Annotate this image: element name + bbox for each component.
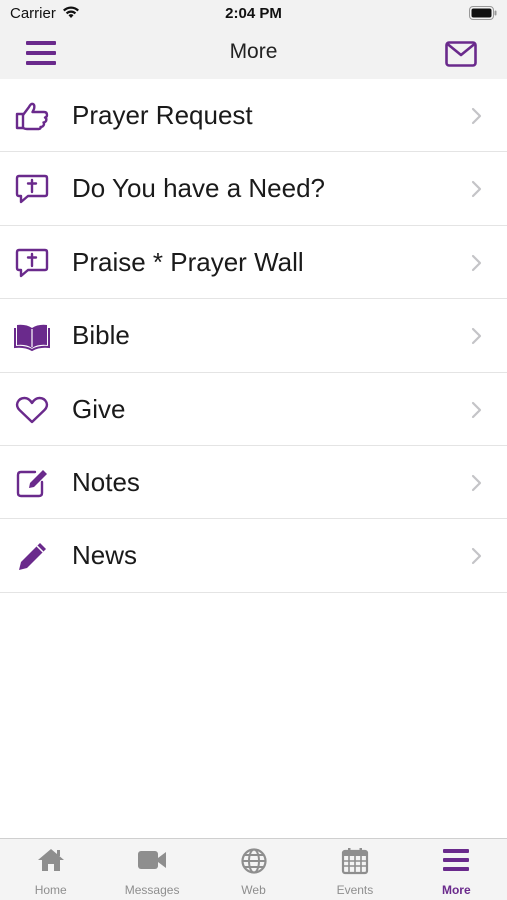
globe-icon	[240, 848, 267, 874]
tab-label: Web	[241, 883, 266, 897]
menu-item-notes[interactable]: Notes	[0, 445, 507, 520]
pencil-icon	[19, 543, 46, 571]
page-title: More	[229, 40, 278, 63]
menu-item-label: Do You have a Need?	[72, 173, 325, 204]
more-menu-list: Prayer Request Do You have a Need? Prais…	[0, 79, 507, 593]
tab-label: Messages	[124, 883, 180, 897]
menu-item-praise-prayer-wall[interactable]: Praise * Prayer Wall	[0, 225, 507, 300]
chat-cross-icon	[15, 248, 49, 277]
menu-item-bible[interactable]: Bible	[0, 299, 507, 373]
tab-label: Events	[336, 883, 374, 897]
chevron-right-icon	[471, 107, 482, 125]
heart-icon	[15, 396, 49, 423]
video-camera-icon	[138, 851, 167, 869]
status-time: 2:04 PM	[225, 5, 282, 22]
tab-messages[interactable]: Messages	[101, 839, 202, 900]
chevron-right-icon	[471, 328, 482, 345]
status-bar: Carrier 2:04 PM	[0, 0, 507, 28]
tab-home[interactable]: Home	[0, 839, 101, 900]
chevron-right-icon	[471, 401, 482, 418]
hamburger-icon	[443, 849, 470, 871]
chevron-right-icon	[471, 254, 482, 271]
home-icon	[37, 849, 64, 871]
chat-cross-icon	[15, 175, 49, 204]
chevron-right-icon	[471, 474, 482, 492]
open-book-icon	[14, 324, 50, 352]
tab-more[interactable]: More	[406, 839, 507, 900]
tab-bar: Home Messages Web Events More	[0, 838, 507, 900]
tab-label: Home	[34, 883, 67, 897]
menu-item-news[interactable]: News	[0, 519, 507, 593]
menu-item-give[interactable]: Give	[0, 372, 507, 446]
menu-item-label: Bible	[72, 320, 130, 351]
edit-note-icon	[16, 469, 47, 498]
menu-item-label: Give	[72, 393, 126, 424]
tab-web[interactable]: Web	[203, 839, 304, 900]
calendar-icon	[341, 848, 369, 875]
menu-item-need[interactable]: Do You have a Need?	[0, 152, 507, 226]
tab-events[interactable]: Events	[304, 839, 405, 900]
chevron-right-icon	[471, 548, 482, 565]
chevron-right-icon	[471, 181, 482, 198]
mail-icon[interactable]	[445, 41, 477, 67]
navigation-bar: More	[0, 28, 507, 79]
menu-item-label: News	[72, 540, 138, 571]
thumbs-up-icon	[15, 102, 49, 131]
menu-item-label: Praise * Prayer Wall	[72, 246, 304, 277]
menu-item-label: Notes	[72, 466, 140, 497]
tab-label: More	[441, 883, 471, 897]
menu-item-label: Prayer Request	[72, 100, 253, 130]
menu-item-prayer-request[interactable]: Prayer Request	[0, 79, 507, 153]
battery-icon	[469, 6, 497, 20]
